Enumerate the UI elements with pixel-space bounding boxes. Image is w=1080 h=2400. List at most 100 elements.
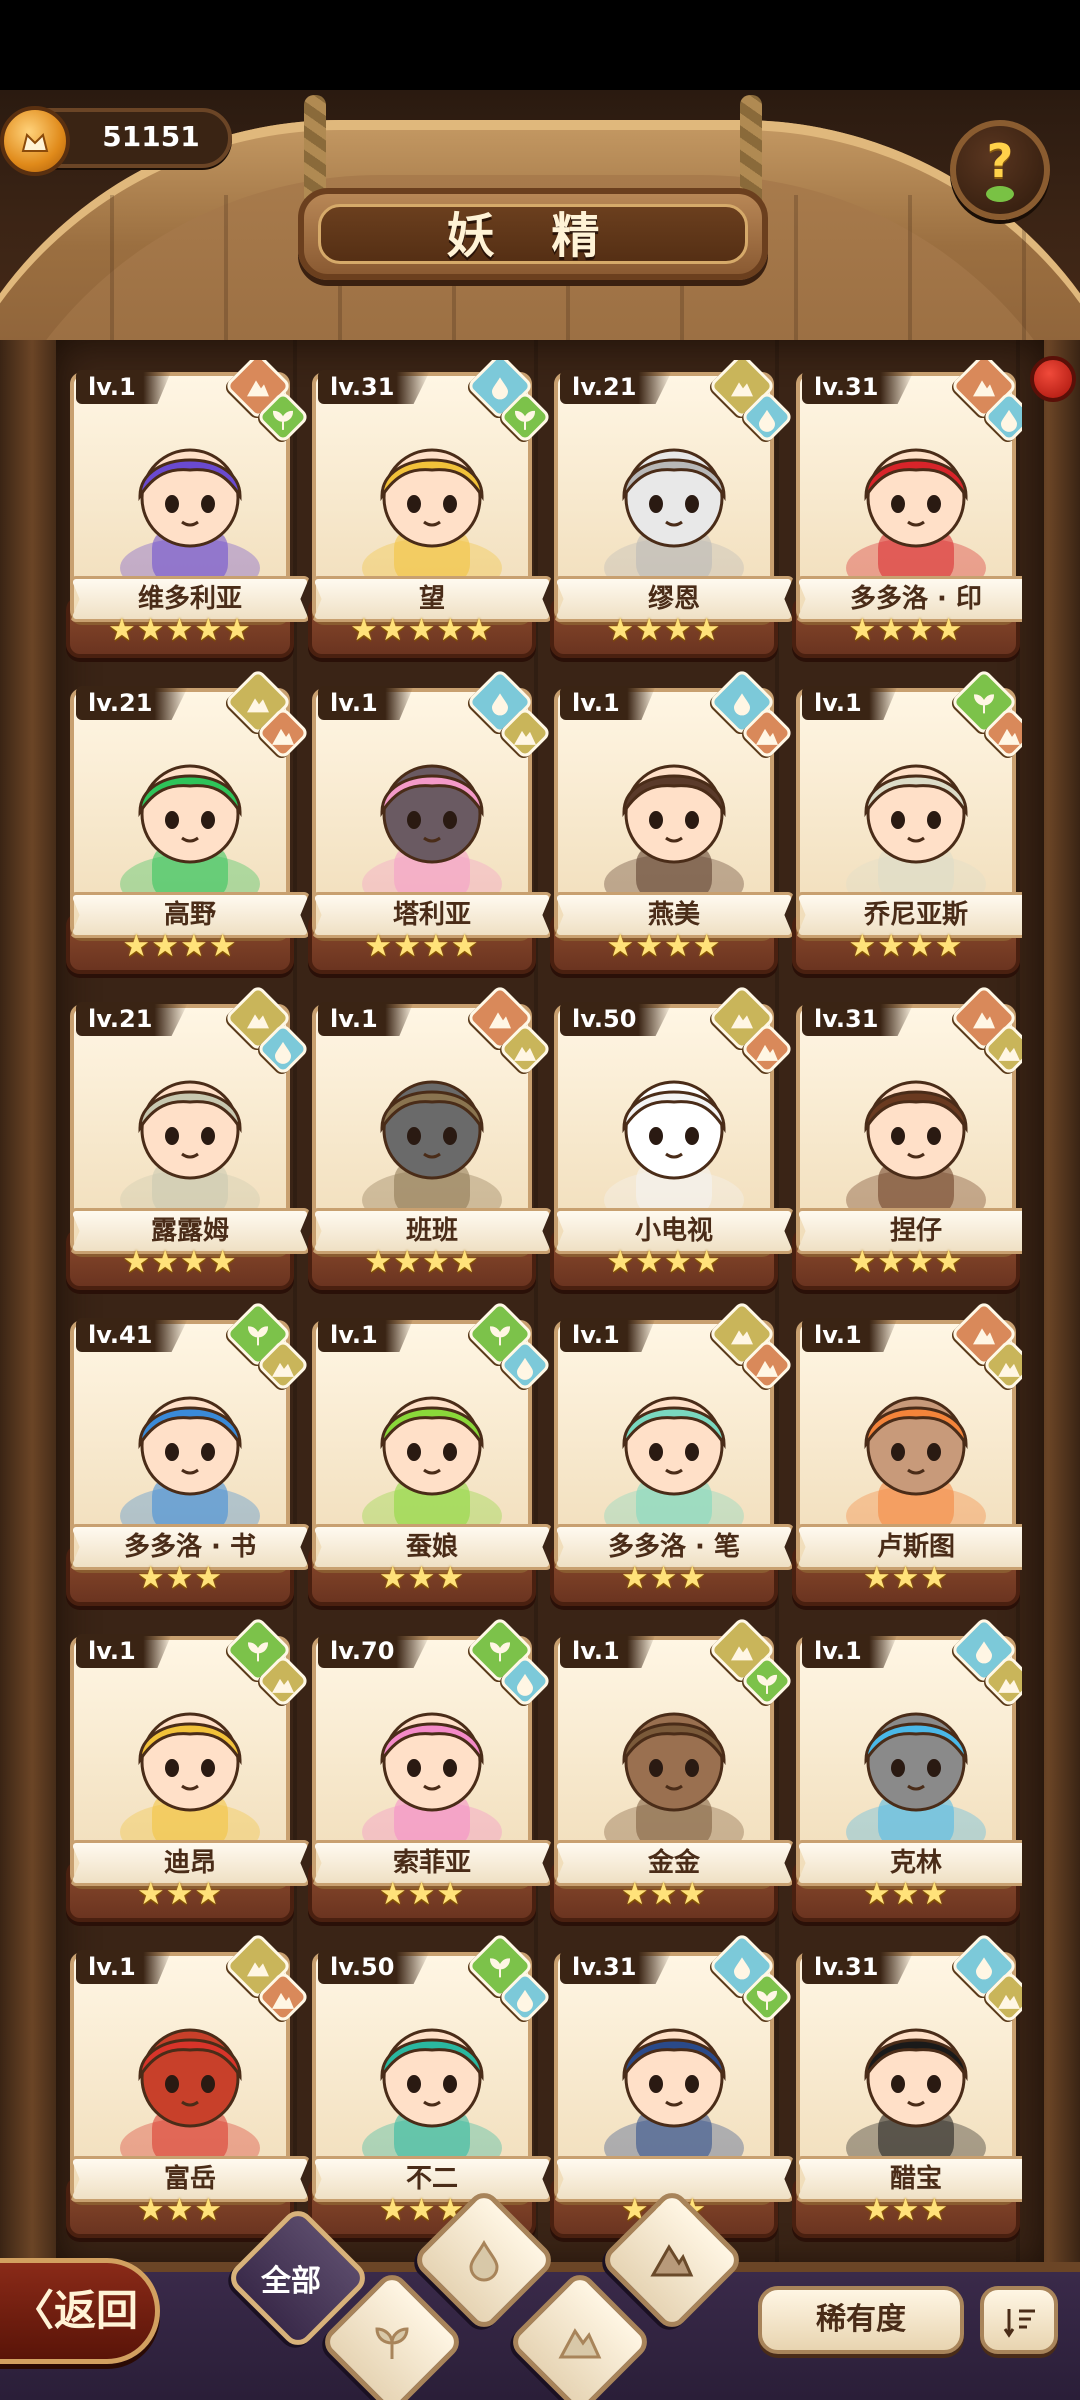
fairy-card[interactable]: 望 lv.31 ★★★★★ [306, 360, 552, 666]
star-rating: ★★★★ [122, 1244, 238, 1280]
title-sign-inner: 妖 精 [318, 204, 748, 264]
fairy-level: lv.1 [802, 1634, 898, 1668]
rarity-label: 稀有度 [816, 2302, 906, 2337]
star-rating: ★★★ [136, 1876, 224, 1912]
fairy-level: lv.1 [802, 686, 898, 720]
star-rating: ★★★ [620, 1560, 708, 1596]
star-rating: ★★★ [862, 1876, 950, 1912]
star-rating: ★★★ [378, 1876, 466, 1912]
star-rating: ★★★★ [848, 928, 964, 964]
star-rating: ★★★★ [364, 928, 480, 964]
fairy-card[interactable]: 迪昂 lv.1 ★★★ [64, 1616, 310, 1930]
title-sign: 妖 精 [298, 188, 768, 280]
fairy-portrait [338, 418, 526, 580]
fairy-card[interactable]: 蚕娘 lv.1 ★★★ [306, 1300, 552, 1614]
game-screen: 51151 ? 妖 精 维多利亚 lv.1 ★★★★★ 望 lv.31 ★★★★… [0, 0, 1080, 2400]
fairy-portrait [580, 1682, 768, 1844]
fairy-card-grid: 维多利亚 lv.1 ★★★★★ 望 lv.31 ★★★★★ 缪恩 lv.21 ★… [62, 360, 1022, 2260]
page-title: 妖 精 [446, 208, 620, 264]
fairy-portrait [822, 1682, 1010, 1844]
filter-all-label: 全部 [261, 2264, 321, 2299]
star-rating: ★★★★ [848, 1244, 964, 1280]
star-rating: ★★★★ [606, 928, 722, 964]
fairy-portrait [96, 418, 284, 580]
fairy-card[interactable]: 乔尼亚斯 lv.1 ★★★★ [790, 668, 1022, 982]
fairy-level: lv.41 [76, 1318, 189, 1352]
sprout-icon [986, 186, 1014, 202]
fairy-portrait [580, 1998, 768, 2160]
star-rating: ★★★ [862, 2192, 950, 2228]
fairy-level: lv.50 [318, 1950, 431, 1984]
fairy-portrait [96, 1366, 284, 1528]
fairy-card[interactable]: 醋宝 lv.31 ★★★ [790, 1932, 1022, 2246]
fairy-card[interactable]: 燕美 lv.1 ★★★★ [548, 668, 794, 982]
question-mark-icon: ? [986, 134, 1014, 188]
coin-icon [0, 106, 70, 176]
back-label: 〈返回 [11, 2286, 138, 2335]
fairy-level: lv.1 [76, 370, 172, 404]
left-post [0, 340, 64, 2340]
fairy-level: lv.1 [318, 686, 414, 720]
help-button[interactable]: ? [950, 120, 1050, 220]
fairy-card[interactable]: 富岳 lv.1 ★★★ [64, 1932, 310, 2246]
fairy-level: lv.1 [802, 1318, 898, 1352]
fairy-card[interactable]: 高野 lv.21 ★★★★ [64, 668, 310, 982]
fairy-portrait [580, 418, 768, 580]
back-button[interactable]: 〈返回 [0, 2258, 160, 2364]
fairy-portrait [580, 1366, 768, 1528]
fairy-level: lv.1 [560, 1634, 656, 1668]
fairy-card[interactable]: 多多洛 · 印 lv.31 ★★★★ [790, 360, 1022, 666]
star-rating: ★★★★★ [350, 612, 494, 648]
fairy-portrait [338, 1366, 526, 1528]
sort-order-button[interactable] [980, 2286, 1058, 2354]
fairy-card[interactable]: 索菲亚 lv.70 ★★★ [306, 1616, 552, 1930]
fairy-level: lv.31 [802, 370, 915, 404]
fairy-portrait [822, 1050, 1010, 1212]
fairy-level: lv.1 [318, 1002, 414, 1036]
star-rating: ★★★★ [606, 1244, 722, 1280]
fairy-portrait [822, 734, 1010, 896]
fairy-level: lv.70 [318, 1634, 431, 1668]
fairy-level: lv.21 [76, 1002, 189, 1036]
fairy-level: lv.1 [318, 1318, 414, 1352]
star-rating: ★★★★ [848, 612, 964, 648]
fairy-portrait [338, 1998, 526, 2160]
fairy-card[interactable]: 维多利亚 lv.1 ★★★★★ [64, 360, 310, 666]
fairy-portrait [822, 1366, 1010, 1528]
fairy-card[interactable]: 班班 lv.1 ★★★★ [306, 984, 552, 1298]
fairy-level: lv.1 [76, 1950, 172, 1984]
fairy-card[interactable]: 露露姆 lv.21 ★★★★ [64, 984, 310, 1298]
fairy-portrait [96, 1050, 284, 1212]
fairy-card[interactable]: 卢斯图 lv.1 ★★★ [790, 1300, 1022, 1614]
fairy-level: lv.31 [560, 1950, 673, 1984]
fairy-level: lv.1 [560, 1318, 656, 1352]
fairy-level: lv.50 [560, 1002, 673, 1036]
fairy-portrait [822, 418, 1010, 580]
fairy-card[interactable]: 缪恩 lv.21 ★★★★ [548, 360, 794, 666]
fairy-card[interactable]: 金金 lv.1 ★★★ [548, 1616, 794, 1930]
star-rating: ★★★★ [364, 1244, 480, 1280]
fairy-portrait [338, 734, 526, 896]
star-rating: ★★★ [378, 1560, 466, 1596]
red-bead-icon [1030, 356, 1076, 402]
fairy-card[interactable]: 多多洛 · 笔 lv.1 ★★★ [548, 1300, 794, 1614]
rarity-sort-button[interactable]: 稀有度 [758, 2286, 964, 2354]
star-rating: ★★★ [136, 2192, 224, 2228]
star-rating: ★★★ [136, 1560, 224, 1596]
fairy-portrait [96, 1998, 284, 2160]
fairy-card[interactable]: 小电视 lv.50 ★★★★ [548, 984, 794, 1298]
sort-icon [1003, 2309, 1035, 2338]
fairy-card[interactable]: 塔利亚 lv.1 ★★★★ [306, 668, 552, 982]
star-rating: ★★★★★ [108, 612, 252, 648]
fairy-portrait [338, 1682, 526, 1844]
fairy-card[interactable]: 捏仔 lv.31 ★★★★ [790, 984, 1022, 1298]
star-rating: ★★★ [620, 1876, 708, 1912]
fairy-portrait [822, 1998, 1010, 2160]
fairy-card[interactable]: 克林 lv.1 ★★★ [790, 1616, 1022, 1930]
fairy-level: lv.1 [76, 1634, 172, 1668]
fairy-portrait [96, 734, 284, 896]
fairy-card[interactable]: 多多洛 · 书 lv.41 ★★★ [64, 1300, 310, 1614]
fairy-card[interactable]: 不二 lv.50 ★★★ [306, 1932, 552, 2246]
fairy-level: lv.1 [560, 686, 656, 720]
fairy-portrait [96, 1682, 284, 1844]
